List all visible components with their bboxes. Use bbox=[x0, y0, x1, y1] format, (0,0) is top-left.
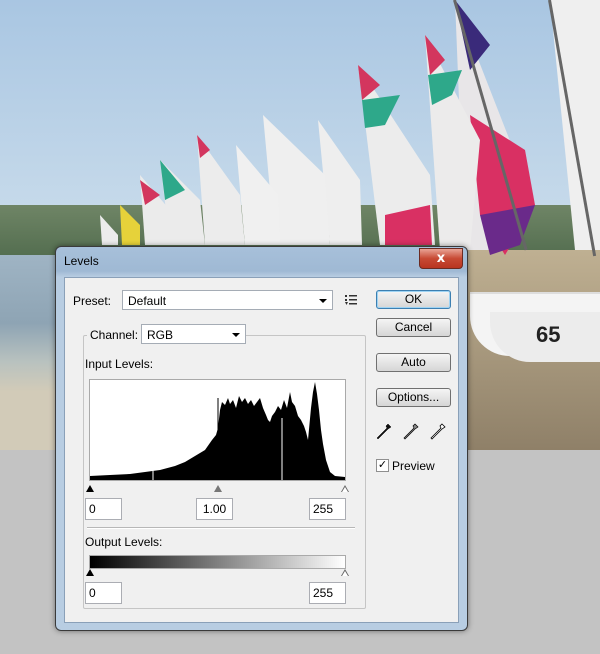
output-levels-label: Output Levels: bbox=[85, 535, 163, 549]
close-button[interactable]: x bbox=[419, 248, 463, 269]
channel-label: Channel: bbox=[87, 328, 142, 342]
input-white-slider[interactable] bbox=[341, 485, 349, 492]
input-gamma-field[interactable]: 1.00 bbox=[196, 498, 233, 520]
input-black-field[interactable]: 0 bbox=[85, 498, 122, 520]
preview-checkbox[interactable]: ✓ bbox=[376, 459, 389, 472]
ok-button[interactable]: OK bbox=[376, 290, 451, 309]
options-button[interactable]: Options... bbox=[376, 388, 451, 407]
output-gradient-bar bbox=[89, 555, 346, 569]
output-black-slider[interactable] bbox=[86, 569, 94, 576]
preset-value: Default bbox=[128, 294, 167, 308]
input-gamma-slider[interactable] bbox=[214, 485, 222, 492]
auto-button[interactable]: Auto bbox=[376, 353, 451, 372]
photo-boat-number: 65 bbox=[536, 322, 561, 347]
output-white-field[interactable]: 255 bbox=[309, 582, 346, 604]
input-levels-label: Input Levels: bbox=[85, 357, 154, 371]
chevron-down-icon bbox=[232, 333, 240, 337]
preview-label: Preview bbox=[392, 459, 435, 473]
chevron-down-icon bbox=[319, 299, 327, 303]
dialog-body: Preset: Default Channel: RGB Input Level… bbox=[64, 277, 459, 623]
close-icon: x bbox=[436, 251, 446, 266]
input-white-field[interactable]: 255 bbox=[309, 498, 346, 520]
gray-point-eyedropper-icon[interactable] bbox=[403, 423, 419, 441]
dialog-titlebar[interactable]: Levels x bbox=[56, 247, 467, 275]
white-point-eyedropper-icon[interactable] bbox=[430, 423, 446, 441]
input-black-slider[interactable] bbox=[86, 485, 94, 492]
channel-dropdown[interactable]: RGB bbox=[141, 324, 246, 344]
black-point-eyedropper-icon[interactable] bbox=[376, 423, 392, 441]
levels-dialog: Levels x Preset: Default Channel: RGB In… bbox=[55, 246, 468, 631]
divider bbox=[87, 527, 355, 529]
histogram-graph bbox=[90, 382, 345, 480]
channel-value: RGB bbox=[147, 328, 174, 342]
output-black-field[interactable]: 0 bbox=[85, 582, 122, 604]
preset-label: Preset: bbox=[73, 294, 112, 308]
list-menu-icon[interactable] bbox=[345, 294, 359, 306]
cancel-button[interactable]: Cancel bbox=[376, 318, 451, 337]
output-white-slider[interactable] bbox=[341, 569, 349, 576]
histogram bbox=[89, 379, 346, 481]
preset-dropdown[interactable]: Default bbox=[122, 290, 333, 310]
dialog-title: Levels bbox=[64, 254, 99, 268]
